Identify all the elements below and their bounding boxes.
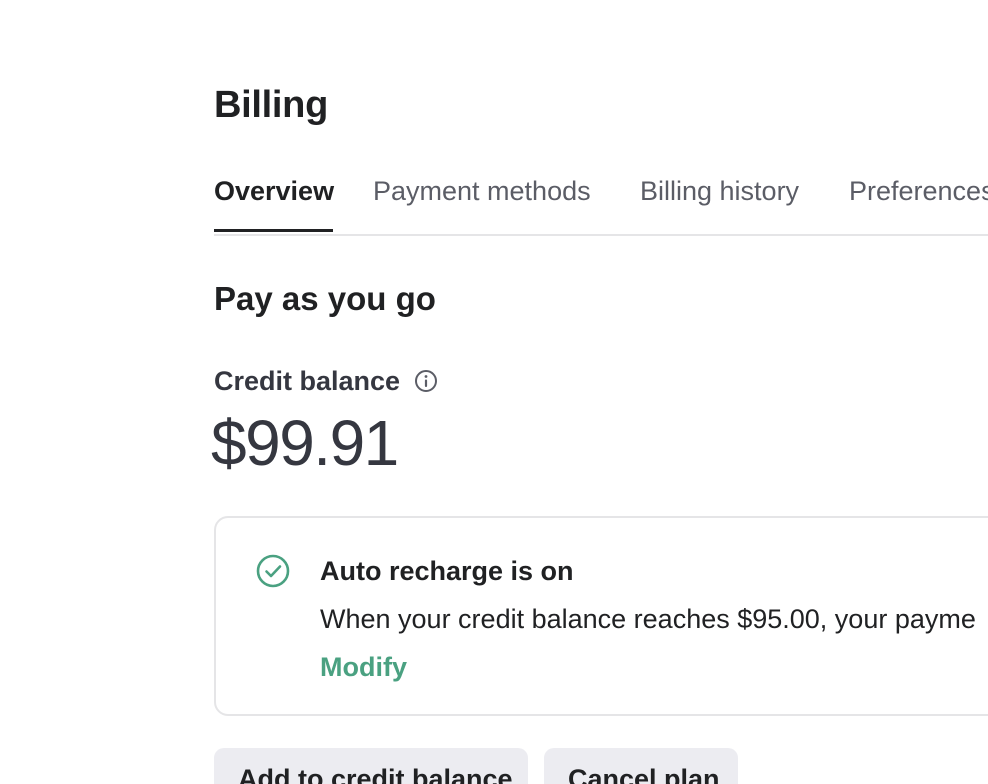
info-icon[interactable] [414,369,438,393]
cancel-plan-button[interactable]: Cancel plan [544,748,738,784]
billing-page: Billing Overview Payment methods Billing… [0,0,988,784]
check-circle-icon [256,554,290,588]
auto-recharge-description: When your credit balance reaches $95.00,… [320,604,976,634]
add-credit-balance-button[interactable]: Add to credit balance [214,748,528,784]
tab-overview[interactable]: Overview [214,176,334,232]
tab-billing-history[interactable]: Billing history [640,176,799,232]
auto-recharge-title: Auto recharge is on [320,556,574,586]
credit-balance-label: Credit balance [214,365,401,396]
auto-recharge-card: Auto recharge is on When your credit bal… [214,516,988,716]
credit-balance-amount: $99.91 [211,407,399,479]
page-title: Billing [214,84,328,126]
tab-payment-methods[interactable]: Payment methods [373,176,591,232]
tab-bar: Overview Payment methods Billing history… [214,170,988,236]
plan-title: Pay as you go [214,280,436,317]
credit-balance-label-row: Credit balance [214,364,438,398]
tab-preferences[interactable]: Preferences [849,176,988,232]
modify-auto-recharge-link[interactable]: Modify [320,652,407,683]
